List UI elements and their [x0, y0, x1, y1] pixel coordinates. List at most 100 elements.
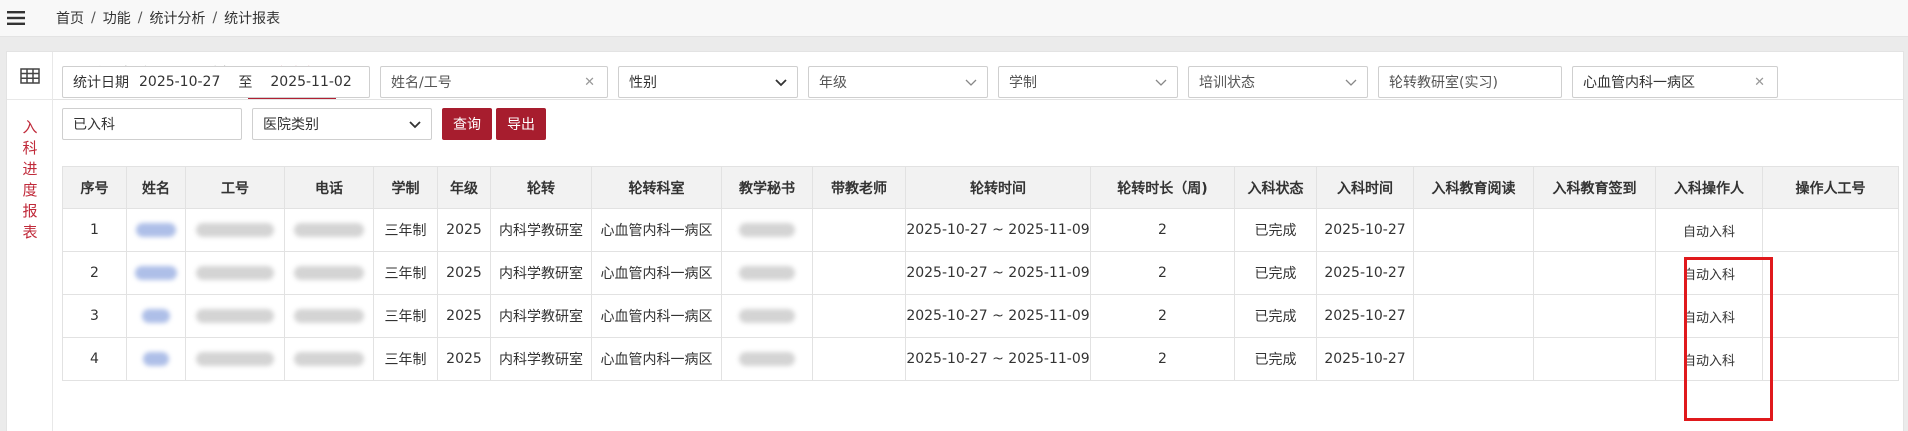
cell-operator: 自动入科: [1655, 337, 1763, 381]
hospital-type-select[interactable]: 医院类别: [252, 108, 432, 140]
redacted-name[interactable]: [142, 309, 170, 323]
filter-panel: 统计日期 2025-10-27 至 2025-11-02 姓名/工号 ✕ 性别 …: [62, 66, 1892, 150]
cell-teacher: [812, 208, 906, 252]
cell-teacher: [812, 337, 906, 381]
redacted-secretary: [739, 223, 795, 237]
menu-icon[interactable]: [0, 0, 32, 37]
schooling-select[interactable]: 学制: [998, 66, 1178, 98]
date-range-field[interactable]: 统计日期 2025-10-27 至 2025-11-02: [62, 66, 370, 98]
cell-phone: [284, 208, 374, 252]
enrolled-select[interactable]: 已入科: [62, 108, 242, 140]
gender-select[interactable]: 性别: [618, 66, 798, 98]
cell-weeks: 2: [1090, 208, 1235, 252]
breadcrumb-separator: /: [137, 10, 143, 26]
side-title[interactable]: 入 科 进 度 报 表: [7, 117, 53, 243]
breadcrumb-item-home[interactable]: 首页: [56, 8, 84, 28]
col-header: 姓名: [126, 166, 186, 209]
cell-rotation: 内科学教研室: [490, 337, 592, 381]
cell-operator-id: [1762, 337, 1899, 381]
cell-operator: 自动入科: [1655, 294, 1763, 338]
query-button[interactable]: 查询: [442, 108, 492, 140]
cell-name[interactable]: [126, 294, 186, 338]
training-status-value: 培训状态: [1199, 75, 1255, 91]
col-header: 轮转: [490, 166, 592, 209]
cell-id: [185, 208, 285, 252]
grade-select[interactable]: 年级: [808, 66, 988, 98]
clear-icon[interactable]: ✕: [584, 75, 595, 90]
cell-id: [185, 337, 285, 381]
col-header: 入科操作人: [1655, 166, 1763, 209]
cell-rotation-time: 2025-10-27 ~ 2025-11-09: [905, 251, 1091, 295]
clear-icon[interactable]: ✕: [1754, 75, 1765, 90]
rotation-dept-select[interactable]: 轮转教研室(实习): [1378, 66, 1562, 98]
cell-no: 2: [62, 251, 127, 295]
redacted-secretary: [739, 352, 795, 366]
col-header: 入科教育阅读: [1413, 166, 1534, 209]
training-status-select[interactable]: 培训状态: [1188, 66, 1368, 98]
redacted-phone: [294, 266, 364, 280]
cell-no: 4: [62, 337, 127, 381]
cell-edu-sign: [1533, 337, 1656, 381]
redacted-name[interactable]: [135, 266, 177, 280]
side-title-char: 度: [22, 181, 38, 199]
ward-select[interactable]: 心血管内科一病区 ✕: [1572, 66, 1778, 98]
cell-name[interactable]: [126, 337, 186, 381]
cell-name[interactable]: [126, 251, 186, 295]
side-title-char: 科: [22, 139, 38, 157]
cell-id: [185, 294, 285, 338]
cell-schooling: 三年制: [373, 294, 438, 338]
cell-secretary: [721, 294, 813, 338]
cell-enter-date: 2025-10-27: [1316, 337, 1414, 381]
redacted-id: [196, 223, 274, 237]
side-title-char: 报: [22, 202, 38, 220]
col-header: 入科状态: [1234, 166, 1317, 209]
redacted-phone: [294, 223, 364, 237]
cell-dept: 心血管内科一病区: [591, 208, 722, 252]
redacted-id: [196, 352, 274, 366]
side-title-char: 表: [22, 223, 38, 241]
cell-name[interactable]: [126, 208, 186, 252]
cell-edu-sign: [1533, 208, 1656, 252]
cell-no: 3: [62, 294, 127, 338]
cell-operator-id: [1762, 294, 1899, 338]
date-to-value[interactable]: 2025-11-02: [270, 74, 351, 90]
cell-rotation-time: 2025-10-27 ~ 2025-11-09: [905, 294, 1091, 338]
table-row: 4 三年制 2025 内科学教研室 心血管内科一病区 2025-10-27 ~ …: [62, 337, 1899, 381]
col-header: 入科时间: [1316, 166, 1414, 209]
cell-grade: 2025: [437, 251, 491, 295]
export-button[interactable]: 导出: [496, 108, 546, 140]
ward-select-value: 心血管内科一病区: [1583, 75, 1695, 91]
cell-rotation: 内科学教研室: [490, 251, 592, 295]
schooling-select-value: 学制: [1009, 75, 1037, 91]
cell-dept: 心血管内科一病区: [591, 337, 722, 381]
cell-rotation-time: 2025-10-27 ~ 2025-11-09: [905, 337, 1091, 381]
table-row: 3 三年制 2025 内科学教研室 心血管内科一病区 2025-10-27 ~ …: [62, 294, 1899, 338]
redacted-id: [196, 309, 274, 323]
detail-table-container: 序号 姓名 工号 电话 学制 年级 轮转 轮转科室 教学秘书 带教老师 轮转时间…: [62, 166, 1899, 381]
cell-operator-id: [1762, 251, 1899, 295]
col-header: 序号: [62, 166, 127, 209]
enrolled-select-value: 已入科: [73, 117, 115, 133]
cell-secretary: [721, 208, 813, 252]
hospital-type-value: 医院类别: [263, 117, 319, 133]
date-from-value[interactable]: 2025-10-27: [139, 74, 220, 90]
cell-enter-date: 2025-10-27: [1316, 294, 1414, 338]
cell-grade: 2025: [437, 337, 491, 381]
cell-edu-sign: [1533, 251, 1656, 295]
cell-teacher: [812, 251, 906, 295]
table-row: 2 三年制 2025 内科学教研室 心血管内科一病区 2025-10-27 ~ …: [62, 251, 1899, 295]
side-table-toggle[interactable]: [7, 52, 52, 100]
cell-status: 已完成: [1234, 251, 1317, 295]
col-header: 轮转科室: [591, 166, 722, 209]
breadcrumb-item-function[interactable]: 功能: [103, 8, 131, 28]
cell-rotation: 内科学教研室: [490, 208, 592, 252]
col-header: 入科教育签到: [1533, 166, 1656, 209]
name-id-input[interactable]: 姓名/工号 ✕: [380, 66, 608, 98]
redacted-secretary: [739, 309, 795, 323]
redacted-name[interactable]: [136, 223, 176, 237]
cell-phone: [284, 337, 374, 381]
cell-edu-read: [1413, 294, 1534, 338]
breadcrumb-item-statistics[interactable]: 统计分析: [149, 8, 205, 28]
redacted-name[interactable]: [143, 352, 169, 366]
cell-edu-read: [1413, 337, 1534, 381]
